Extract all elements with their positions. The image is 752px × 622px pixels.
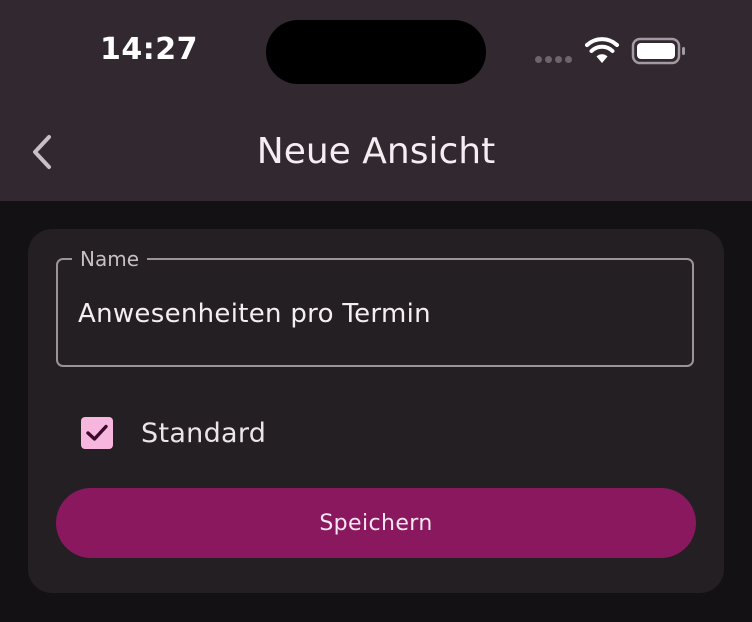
chevron-left-icon: [33, 135, 51, 169]
form-card: Name Standard Speichern: [28, 229, 724, 593]
status-time: 14:27: [100, 32, 198, 67]
save-button[interactable]: Speichern: [56, 488, 696, 558]
name-input[interactable]: [78, 294, 668, 334]
name-field[interactable]: Name: [56, 246, 694, 367]
page-title: Neue Ansicht: [256, 131, 496, 172]
battery-icon: [631, 37, 685, 65]
standard-checkbox[interactable]: [81, 417, 113, 449]
dynamic-island: [266, 20, 486, 84]
back-button[interactable]: [20, 128, 64, 176]
name-field-label: Name: [72, 246, 148, 272]
checkmark-icon: [86, 424, 108, 441]
cellular-signal-icon: [535, 56, 575, 64]
app-bar: 14:27 Neue Ansicht: [0, 0, 752, 201]
wifi-icon: [585, 37, 619, 63]
standard-checkbox-row[interactable]: Standard: [81, 415, 266, 451]
standard-checkbox-label: Standard: [141, 417, 267, 449]
